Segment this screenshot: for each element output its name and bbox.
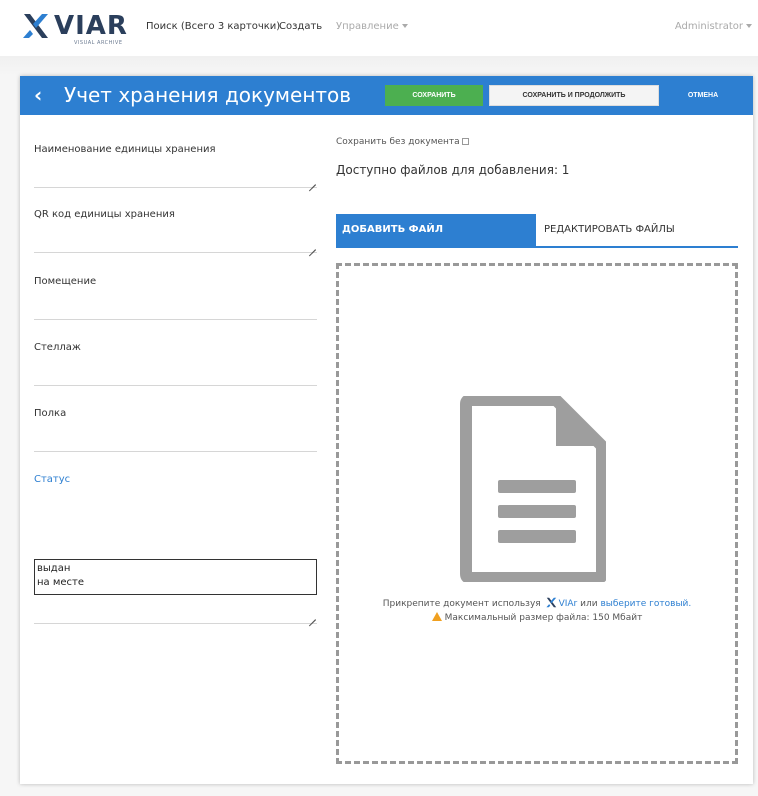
- top-navbar: VIAR VISUAL ARCHIVE Поиск (Всего 3 карто…: [0, 0, 758, 56]
- nav-search-link[interactable]: Поиск (Всего 3 карточки): [146, 21, 280, 32]
- attach-viar-link[interactable]: VIAr: [559, 599, 578, 609]
- warning-icon: [431, 612, 442, 621]
- room-input[interactable]: [34, 319, 317, 320]
- viar-small-icon: [545, 597, 556, 608]
- storage-unit-name-label: Наименование единицы хранения: [34, 144, 216, 155]
- cancel-button[interactable]: ОТМЕНА: [670, 85, 736, 106]
- attach-instructions: Прикрепите документ используя VIAr или в…: [339, 597, 735, 609]
- status-textarea[interactable]: [34, 623, 317, 624]
- viar-logo[interactable]: VIAR VISUAL ARCHIVE: [22, 12, 132, 46]
- status-option-issued[interactable]: выдан: [37, 562, 314, 576]
- resize-handle-icon[interactable]: [308, 177, 316, 185]
- max-size-text: Максимальный размер файла: 150 Мбайт: [444, 613, 643, 623]
- save-without-document-checkbox[interactable]: [461, 138, 469, 145]
- storage-unit-name-input[interactable]: [34, 187, 317, 188]
- resize-handle-icon[interactable]: [308, 242, 316, 250]
- attach-or: или: [580, 599, 598, 609]
- user-name: Administrator: [674, 21, 743, 32]
- qr-code-label: QR код единицы хранения: [34, 209, 175, 220]
- user-menu-dropdown[interactable]: Administrator: [675, 21, 752, 32]
- nav-manage-dropdown[interactable]: Управление: [336, 21, 408, 32]
- qr-code-input[interactable]: [34, 252, 317, 253]
- status-label: Статус: [34, 474, 71, 485]
- chevron-down-icon: [401, 24, 408, 28]
- page-title: Учет хранения документов: [64, 83, 352, 107]
- save-button[interactable]: СОХРАНИТЬ: [385, 85, 483, 106]
- save-and-continue-button[interactable]: СОХРАНИТЬ И ПРОДОЛЖИТЬ: [489, 85, 659, 106]
- choose-existing-link[interactable]: выберите готовый.: [600, 599, 691, 609]
- save-without-document-option[interactable]: Сохранить без документа: [336, 137, 469, 147]
- upload-tabs: ДОБАВИТЬ ФАЙЛ РЕДАКТИРОВАТЬ ФАЙЛЫ: [336, 214, 738, 248]
- logo-text: VIAR: [54, 11, 128, 41]
- rack-input[interactable]: [34, 385, 317, 386]
- tab-edit-files[interactable]: РЕДАКТИРОВАТЬ ФАЙЛЫ: [536, 214, 738, 246]
- files-available-text: Доступно файлов для добавления: 1: [336, 163, 570, 177]
- viar-logo-icon: [23, 14, 48, 38]
- save-without-document-label: Сохранить без документа: [336, 137, 460, 147]
- shelf-label: Полка: [34, 408, 67, 419]
- chevron-down-icon: [746, 24, 752, 28]
- resize-handle-icon[interactable]: [308, 612, 316, 620]
- status-select[interactable]: выдан на месте: [34, 559, 317, 595]
- rack-label: Стеллаж: [34, 342, 81, 353]
- nav-create-link[interactable]: Создать: [279, 21, 322, 32]
- attach-prefix: Прикрепите документ используя: [382, 599, 541, 609]
- tab-add-file[interactable]: ДОБАВИТЬ ФАЙЛ: [336, 214, 536, 246]
- back-icon[interactable]: ‹: [34, 84, 42, 106]
- shelf-input[interactable]: [34, 451, 317, 452]
- room-label: Помещение: [34, 276, 97, 287]
- status-option-in-place[interactable]: на месте: [37, 576, 314, 590]
- document-icon: [460, 396, 606, 582]
- logo-subtitle: VISUAL ARCHIVE: [74, 40, 123, 46]
- max-size-note: Максимальный размер файла: 150 Мбайт: [339, 612, 735, 623]
- document-form-card: ‹ Учет хранения документов СОХРАНИТЬ СОХ…: [20, 76, 753, 784]
- file-dropzone[interactable]: Прикрепите документ используя VIAr или в…: [336, 263, 738, 764]
- nav-manage-label: Управление: [336, 21, 399, 32]
- form-header: ‹ Учет хранения документов СОХРАНИТЬ СОХ…: [20, 76, 753, 115]
